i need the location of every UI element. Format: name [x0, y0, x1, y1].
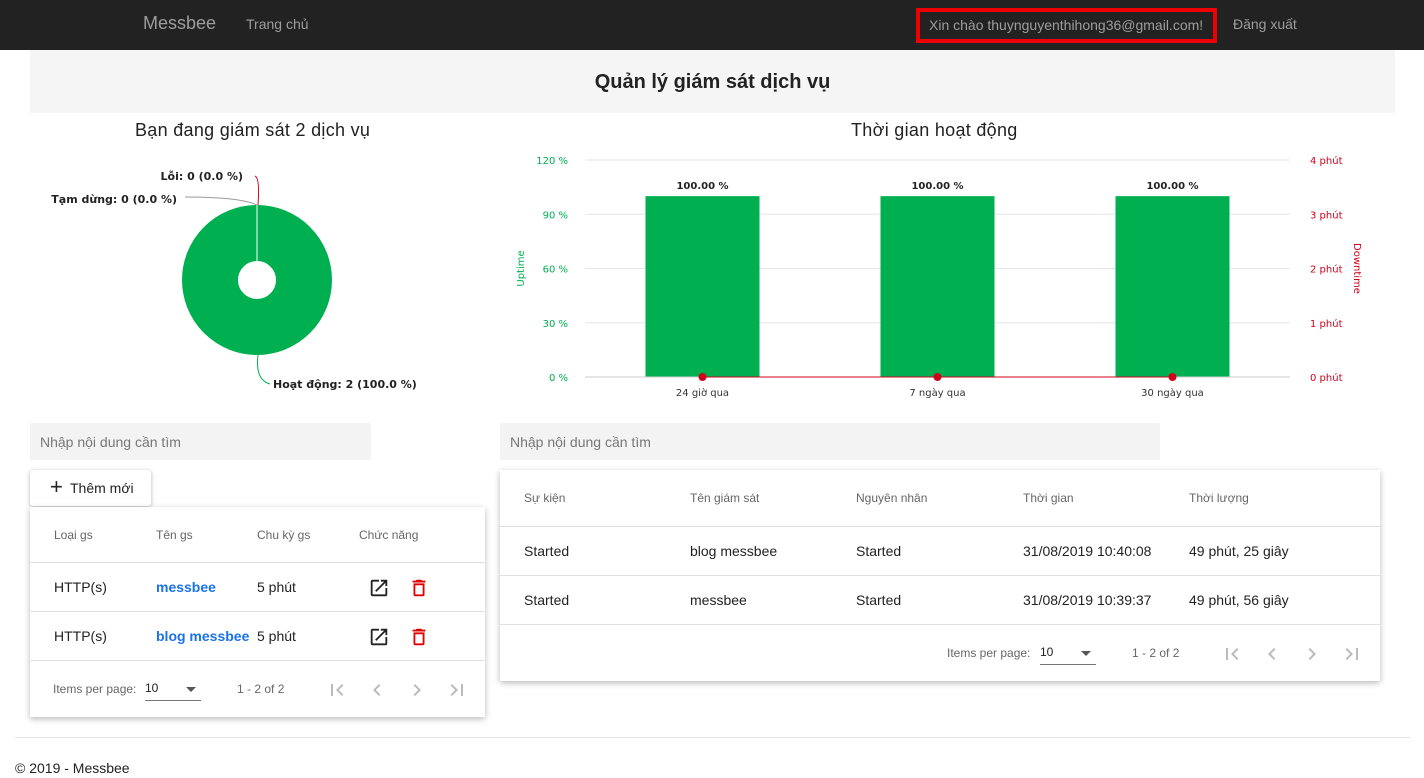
- y-tick-label: 120 %: [536, 156, 568, 167]
- x-tick-label: 7 ngày qua: [909, 387, 965, 399]
- y-right-tick-label: 3 phút: [1310, 209, 1343, 221]
- col-header-actions: Chức năng: [359, 528, 419, 542]
- plus-icon: +: [50, 474, 63, 499]
- uptime-bar[interactable]: [1115, 196, 1230, 377]
- open-external-icon[interactable]: [368, 577, 390, 599]
- page-size-select[interactable]: 10: [145, 681, 201, 701]
- next-page-icon[interactable]: [405, 678, 429, 702]
- y-tick-label: 90 %: [543, 210, 568, 221]
- event-type: Started: [524, 592, 570, 608]
- uptime-bar[interactable]: [880, 196, 995, 377]
- event-reason: Started: [856, 543, 902, 559]
- bar-value-label: 100.00 %: [676, 181, 728, 192]
- event-duration: 49 phút, 25 giây: [1189, 543, 1289, 559]
- uptime-bar[interactable]: [645, 196, 760, 377]
- event-time: 31/08/2019 10:39:37: [1023, 592, 1152, 608]
- event-reason: Started: [856, 592, 902, 608]
- next-page-icon[interactable]: [1300, 642, 1324, 666]
- pie-label-connector: [257, 354, 271, 385]
- user-greeting[interactable]: Xin chào thuynguyenthihong36@gmail.com!: [916, 8, 1217, 43]
- prev-page-icon[interactable]: [365, 678, 389, 702]
- items-per-page-label: Items per page:: [947, 646, 1031, 660]
- add-monitor-button[interactable]: + Thêm mới: [30, 470, 151, 506]
- bar-value-label: 100.00 %: [1146, 181, 1198, 192]
- monitor-type: HTTP(s): [54, 579, 107, 595]
- divider: [500, 526, 1380, 527]
- page-range-label: 1 - 2 of 2: [237, 682, 285, 696]
- pie-slice-label: Lỗi: 0 (0.0 %): [161, 170, 243, 183]
- first-page-icon[interactable]: [325, 678, 349, 702]
- items-per-page-label: Items per page:: [53, 682, 137, 696]
- footer-copyright: © 2019 - Messbee: [15, 760, 130, 776]
- logout-link[interactable]: Đăng xuất: [1233, 16, 1297, 32]
- y-right-tick-label: 0 phút: [1310, 372, 1343, 384]
- downtime-point[interactable]: [1168, 373, 1177, 381]
- page-size-value: 10: [1040, 645, 1054, 659]
- y-tick-label: 30 %: [543, 319, 568, 330]
- x-tick-label: 24 giờ qua: [676, 387, 729, 399]
- open-external-icon[interactable]: [368, 626, 390, 648]
- event-monitor: blog messbee: [690, 543, 778, 559]
- y-tick-label: 60 %: [543, 265, 568, 276]
- y-axis-title: Uptime: [516, 250, 527, 286]
- divider: [30, 660, 485, 661]
- page-size-value: 10: [145, 681, 159, 695]
- pie-slice-label: Hoạt động: 2 (100.0 %): [273, 378, 417, 391]
- event-table: Sự kiện Tên giám sát Nguyên nhân Thời gi…: [500, 470, 1380, 681]
- divider: [500, 575, 1380, 576]
- monitor-table: Loại gs Tên gs Chu kỳ gs Chức năng HTTP(…: [30, 507, 485, 717]
- y-right-axis-title: Downtime: [1351, 243, 1362, 294]
- monitor-name-link[interactable]: messbee: [156, 579, 216, 595]
- monitor-type: HTTP(s): [54, 628, 107, 644]
- col-header-monitor[interactable]: Tên giám sát: [690, 491, 759, 505]
- col-header-reason[interactable]: Nguyên nhân: [856, 491, 927, 505]
- col-header-event[interactable]: Sự kiện: [524, 491, 565, 505]
- bar-chart-title: Thời gian hoạt động: [851, 120, 1018, 140]
- event-time: 31/08/2019 10:40:08: [1023, 543, 1152, 559]
- caret-down-icon: [186, 687, 196, 692]
- event-duration: 49 phút, 56 giây: [1189, 592, 1289, 608]
- delete-icon[interactable]: [408, 626, 430, 648]
- y-right-tick-label: 1 phút: [1310, 318, 1343, 330]
- col-header-type[interactable]: Loại gs: [54, 528, 93, 542]
- downtime-point[interactable]: [933, 373, 942, 381]
- col-header-period[interactable]: Chu kỳ gs: [257, 528, 310, 542]
- pie-label-connector: [254, 175, 260, 206]
- status-pie-chart: Lỗi: 0 (0.0 %) Tạm dừng: 0 (0.0 %) Hoạt độ…: [51, 170, 417, 391]
- y-right-tick-label: 2 phút: [1310, 264, 1343, 276]
- pie-slice-label: Tạm dừng: 0 (0.0 %): [51, 193, 177, 206]
- event-monitor: messbee: [690, 592, 747, 608]
- downtime-point[interactable]: [698, 373, 707, 381]
- monitor-search-input[interactable]: [30, 423, 371, 460]
- prev-page-icon[interactable]: [1260, 642, 1284, 666]
- last-page-icon[interactable]: [445, 678, 469, 702]
- footer-divider: [15, 737, 1410, 738]
- event-search-input[interactable]: [500, 423, 1160, 460]
- monitor-period: 5 phút: [257, 579, 296, 595]
- last-page-icon[interactable]: [1340, 642, 1364, 666]
- first-page-icon[interactable]: [1220, 642, 1244, 666]
- col-header-time[interactable]: Thời gian: [1023, 491, 1074, 505]
- divider: [500, 624, 1380, 625]
- monitor-name-link[interactable]: blog messbee: [156, 628, 249, 644]
- col-header-name[interactable]: Tên gs: [156, 528, 193, 542]
- col-header-duration[interactable]: Thời lượng: [1189, 491, 1249, 505]
- divider: [30, 611, 485, 612]
- add-monitor-label: Thêm mới: [70, 480, 134, 496]
- y-tick-label: 0 %: [549, 373, 568, 384]
- x-tick-label: 30 ngày qua: [1141, 387, 1204, 399]
- divider: [30, 562, 485, 563]
- uptime-bar-chart: 0 % 30 % 60 % 90 % 120 % 0 phút 1 phút 2 phút 3 …: [516, 155, 1362, 399]
- page-range-label: 1 - 2 of 2: [1132, 646, 1180, 660]
- caret-down-icon: [1081, 651, 1091, 656]
- y-right-tick-label: 4 phút: [1310, 155, 1343, 167]
- bar-value-label: 100.00 %: [911, 181, 963, 192]
- event-type: Started: [524, 543, 570, 559]
- pie-label-connector: [184, 196, 258, 206]
- monitor-period: 5 phút: [257, 628, 296, 644]
- page-size-select[interactable]: 10: [1040, 645, 1096, 665]
- delete-icon[interactable]: [408, 577, 430, 599]
